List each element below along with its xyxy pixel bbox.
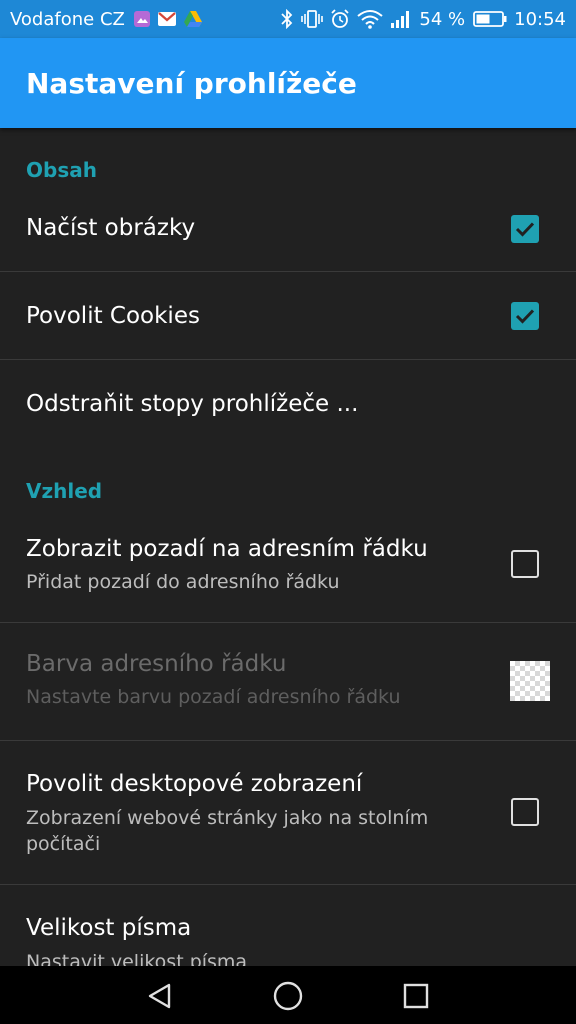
setting-font-size[interactable]: Velikost písma Nastavit velikost písma <box>0 885 576 966</box>
setting-clear-traces[interactable]: Odstraňit stopy prohlížeče ... <box>0 360 576 448</box>
setting-title: Zobrazit pozadí na adresním řádku <box>26 536 428 562</box>
page-title: Nastavení prohlížeče <box>26 66 357 100</box>
setting-title: Odstraňit stopy prohlížeče ... <box>26 391 359 417</box>
load-images-checkbox[interactable] <box>511 215 539 243</box>
allow-cookies-checkbox[interactable] <box>511 302 539 330</box>
setting-title: Velikost písma <box>26 915 192 941</box>
section-header-appearance: Vzhled <box>26 479 103 503</box>
drive-icon <box>183 10 203 28</box>
setting-summary: Nastavit velikost písma <box>26 951 248 966</box>
checkmark-icon <box>515 222 535 237</box>
recents-icon <box>403 983 429 1009</box>
gmail-icon <box>157 11 177 27</box>
setting-summary: Nastavte barvu pozadí adresního řádku <box>26 686 401 708</box>
battery-percent: 54 % <box>419 8 466 30</box>
carrier-name: Vodafone CZ <box>10 8 125 30</box>
status-bar-right: 54 % 10:54 <box>280 9 566 30</box>
gallery-icon <box>133 10 151 28</box>
setting-title: Barva adresního řádku <box>26 651 287 677</box>
back-icon <box>148 983 171 1009</box>
color-swatch <box>510 661 550 701</box>
app-bar: Nastavení prohlížeče <box>0 38 576 128</box>
address-background-checkbox[interactable] <box>511 550 539 578</box>
vibrate-icon <box>301 9 324 29</box>
setting-title: Povolit Cookies <box>26 303 200 329</box>
setting-desktop-view[interactable]: Povolit desktopové zobrazení Zobrazení w… <box>0 741 576 885</box>
home-icon <box>273 981 303 1011</box>
setting-summary: Zobrazení webové stránky jako na stolním… <box>26 807 429 855</box>
setting-address-color: Barva adresního řádku Nastavte barvu poz… <box>0 623 576 741</box>
home-button[interactable] <box>270 978 306 1014</box>
wifi-icon <box>357 9 384 29</box>
setting-title: Načíst obrázky <box>26 215 196 241</box>
checkmark-icon <box>515 309 535 324</box>
setting-summary: Přidat pozadí do adresního řádku <box>26 571 340 593</box>
recents-button[interactable] <box>398 978 434 1014</box>
setting-title: Povolit desktopové zobrazení <box>26 771 363 797</box>
alarm-icon <box>330 9 350 29</box>
setting-allow-cookies[interactable]: Povolit Cookies <box>0 272 576 360</box>
desktop-view-checkbox[interactable] <box>511 798 539 826</box>
section-header-content: Obsah <box>26 158 97 182</box>
battery-icon <box>473 10 507 28</box>
signal-icon <box>390 9 412 29</box>
status-bar-left: Vodafone CZ <box>10 9 209 30</box>
back-button[interactable] <box>142 978 178 1014</box>
bluetooth-icon <box>280 9 294 29</box>
setting-load-images[interactable]: Načíst obrázky <box>0 186 576 272</box>
navigation-bar <box>0 966 576 1024</box>
setting-address-background[interactable]: Zobrazit pozadí na adresním řádku Přidat… <box>0 508 576 623</box>
settings-list[interactable]: Obsah Načíst obrázky Povolit Cookies Ods… <box>0 128 576 966</box>
clock: 10:54 <box>514 8 566 30</box>
status-bar: Vodafone CZ 54 % 10:54 <box>0 0 576 38</box>
